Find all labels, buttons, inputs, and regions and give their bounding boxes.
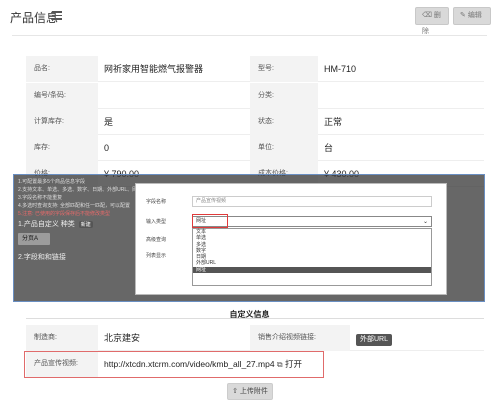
overlay-hint: 4.多选时查询支持: 全部匹配和任一匹配，可以配置 — [18, 203, 130, 209]
info-row: 品名: 网祈家用智能燃气报警器 型号: HM-710 — [26, 56, 484, 82]
highlight-box — [192, 214, 228, 228]
field-name-input[interactable]: 产品宣传视频 — [192, 196, 432, 207]
overlay-hint: 5.注意: 已使用的字段保存后不能修改类型 — [18, 211, 110, 217]
new-badge[interactable]: 新建 — [78, 221, 93, 228]
input-type-label: 输入类型 — [146, 219, 167, 225]
list-display-label: 列表显示 — [146, 253, 167, 259]
category-label: 分类: — [250, 83, 318, 109]
stock-calc-label: 计算库存: — [26, 109, 98, 135]
stock-label: 库存: — [26, 135, 98, 161]
edit-button[interactable]: ✎ 编辑 — [453, 7, 491, 25]
highlight-box — [24, 351, 324, 378]
overlay-hint: 3.字段名称不能重复 — [18, 195, 63, 201]
pencil-icon: ✎ — [460, 12, 466, 19]
stock-value: 0 — [104, 143, 110, 153]
unit-label: 单位: — [250, 135, 318, 161]
header: 产品信息 ⌫ 删除 ✎ 编辑 — [0, 0, 499, 36]
maker-label: 制造商: — [26, 325, 98, 351]
status-value: 正常 — [324, 117, 343, 127]
model-value: HM-710 — [324, 64, 357, 74]
stock-calc-value: 是 — [104, 117, 114, 127]
product-custom-label: 1.产品自定义 种类 新建 — [18, 221, 93, 228]
info-row: 库存: 0 单位: 台 — [26, 135, 484, 161]
upload-icon: ⇧ — [232, 388, 238, 395]
trash-icon: ⌫ — [422, 12, 432, 19]
type-options-list[interactable]: 文本 单选 多选 数字 日期 外部URL 网址 — [192, 228, 432, 286]
unit-value: 台 — [324, 143, 334, 153]
external-url-badge[interactable]: 外部URL — [356, 334, 393, 346]
upload-attachment-button[interactable]: ⇧ 上传附件 — [227, 383, 273, 400]
category-value — [324, 83, 474, 109]
info-row: 计算库存: 是 状态: 正常 — [26, 109, 484, 135]
status-label: 状态: — [250, 109, 318, 135]
split-button[interactable]: 分页A — [18, 233, 50, 245]
delete-button[interactable]: ⌫ 删除 — [415, 7, 449, 35]
code-value — [104, 83, 244, 109]
advanced-query-label: 高级查询 — [146, 237, 167, 243]
field-setting-label: 2.字段和和链接 — [18, 254, 66, 261]
type-option-selected[interactable]: 网址 — [193, 266, 431, 274]
sales-video-value: 外部URL — [356, 325, 393, 351]
section-divider — [26, 318, 484, 319]
header-divider — [12, 35, 487, 36]
menu-icon[interactable] — [52, 11, 62, 20]
code-label: 编号/条码: — [26, 83, 98, 109]
model-label: 型号: — [250, 56, 318, 82]
input-type-select[interactable]: 网址 ⌄ — [192, 216, 432, 227]
chevron-down-icon: ⌄ — [422, 219, 428, 225]
custom-row: 制造商: 北京建安 销售介绍视频链接: 外部URL — [26, 325, 484, 351]
field-dialog: 字段名称 产品宣传视频 输入类型 网址 ⌄ 高级查询 列表显示 文本 单选 多选… — [135, 183, 447, 295]
config-overlay: 1.可配置最多5个商品信息字段 2.支持文本、单选、多选、数字、日期、外部URL… — [13, 174, 485, 302]
page-title: 产品信息 — [10, 11, 59, 25]
sales-video-label: 销售介绍视频链接: — [250, 325, 350, 351]
info-row: 编号/条码: 分类: — [26, 83, 484, 109]
product-name-value: 网祈家用智能燃气报警器 — [104, 64, 204, 74]
overlay-hint: 1.可配置最多5个商品信息字段 — [18, 179, 85, 185]
maker-value: 北京建安 — [104, 333, 141, 343]
product-name-label: 品名: — [26, 56, 98, 82]
field-name-label: 字段名称 — [146, 199, 167, 205]
